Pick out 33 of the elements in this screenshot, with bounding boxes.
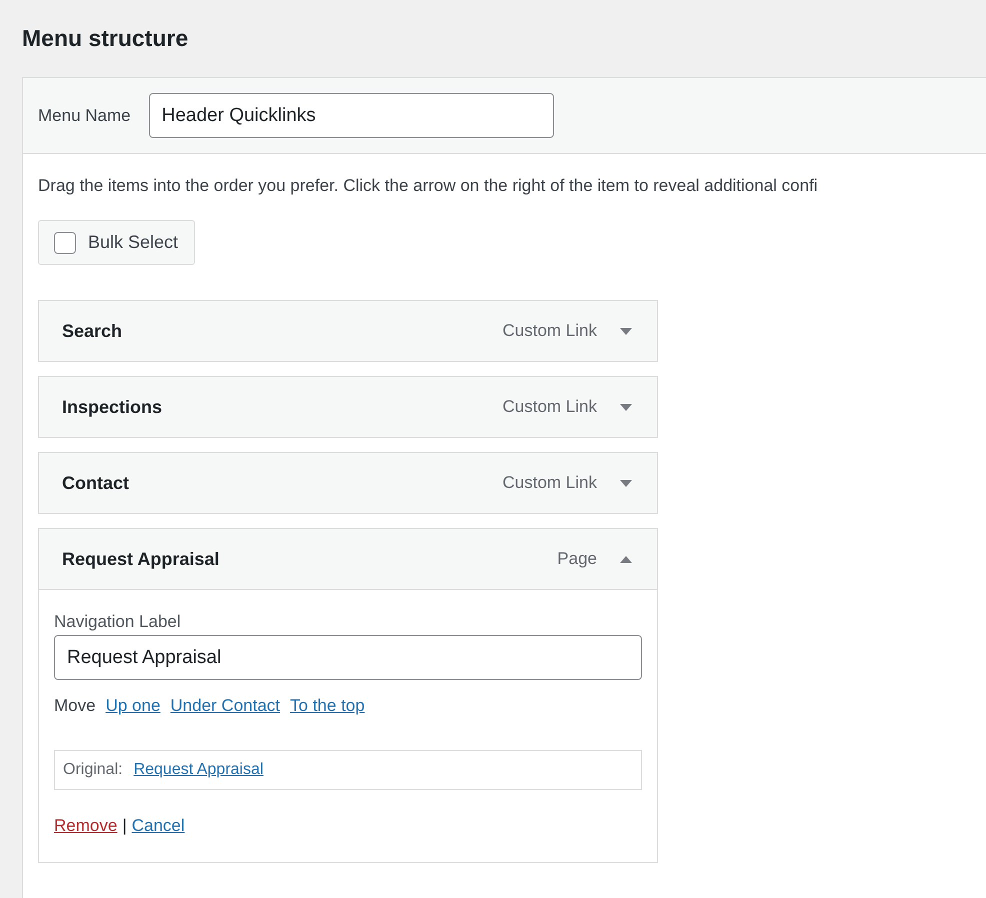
expand-arrow-icon[interactable] — [619, 478, 633, 488]
menu-item-title: Inspections — [62, 396, 164, 418]
move-link[interactable]: Under Contact — [170, 696, 280, 716]
menu-item-type: Custom Link — [502, 321, 597, 341]
expand-arrow-icon[interactable] — [619, 402, 633, 412]
original-label: Original: — [63, 761, 123, 779]
collapse-arrow-icon[interactable] — [619, 554, 633, 564]
menu-name-field[interactable]: Header Quicklinks — [148, 93, 554, 138]
separator-text: | — [122, 816, 127, 836]
menu-item-type: Page — [557, 549, 597, 569]
bulk-select-button[interactable]: Bulk Select — [38, 220, 196, 265]
navigation-label-field[interactable]: Request Appraisal — [54, 635, 642, 680]
move-label: Move — [54, 696, 96, 716]
menu-item-type: Custom Link — [502, 473, 597, 493]
remove-link[interactable]: Remove — [54, 816, 118, 836]
instructions-text: Drag the items into the order you prefer. Click the arrow on the right of the item to reveal additional confi — [38, 176, 819, 197]
move-link[interactable]: To the top — [290, 696, 365, 716]
move-link[interactable]: Up one — [106, 696, 160, 716]
menu-item-header[interactable]: Request Appraisal Page — [38, 528, 658, 590]
menu-item-header[interactable]: Inspections Custom Link — [38, 376, 658, 438]
menu-item-title: Request Appraisal — [62, 548, 220, 570]
expand-arrow-icon[interactable] — [619, 326, 633, 336]
checkbox[interactable] — [54, 232, 76, 254]
cancel-link[interactable]: Cancel — [132, 816, 185, 836]
original-link[interactable]: Request Appraisal — [134, 761, 264, 779]
menu-item-type: Custom Link — [502, 397, 597, 417]
menu-name-label: Menu Name — [38, 106, 131, 126]
section-title: Menu structure — [22, 24, 190, 53]
menu-item-title: Contact — [62, 472, 130, 494]
menu-item-header[interactable]: Contact Custom Link — [38, 452, 658, 514]
field-label: Navigation Label — [54, 612, 181, 632]
menu-item-header[interactable]: Search Custom Link — [38, 300, 658, 362]
menu-item-title: Search — [62, 320, 124, 342]
